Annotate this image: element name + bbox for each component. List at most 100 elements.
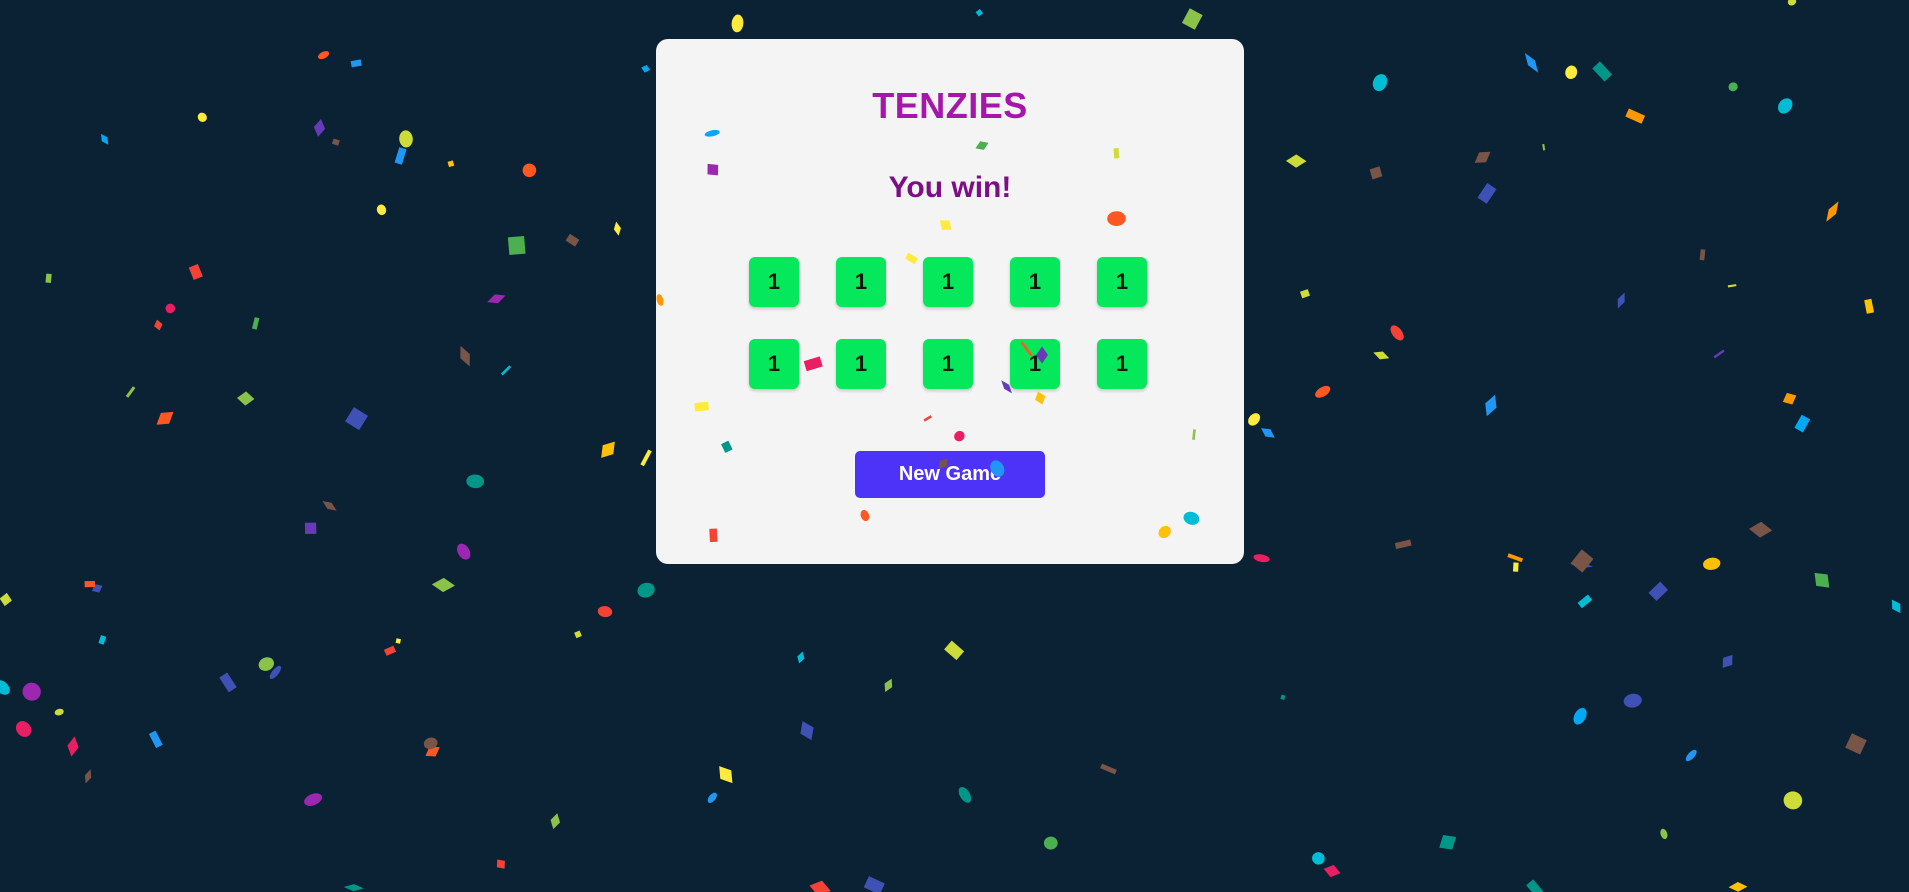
confetti-piece bbox=[376, 204, 387, 216]
die-6[interactable]: 1 bbox=[749, 339, 799, 389]
confetti-piece bbox=[1787, 0, 1797, 6]
confetti-piece bbox=[457, 543, 471, 560]
confetti-piece bbox=[45, 273, 52, 284]
confetti-piece bbox=[1577, 594, 1593, 609]
confetti-piece bbox=[1315, 385, 1331, 398]
confetti-piece bbox=[601, 441, 615, 458]
confetti-piece bbox=[487, 294, 506, 304]
confetti-piece bbox=[1474, 151, 1491, 163]
confetti-piece bbox=[322, 500, 337, 511]
confetti-piece bbox=[165, 303, 176, 314]
confetti-piece bbox=[269, 665, 282, 680]
confetti-piece bbox=[719, 766, 733, 784]
confetti-piece bbox=[1783, 791, 1803, 810]
new-game-button[interactable]: New Game bbox=[855, 451, 1045, 498]
confetti-piece bbox=[1722, 654, 1733, 668]
confetti-piece bbox=[797, 651, 805, 664]
confetti-piece bbox=[156, 411, 174, 425]
confetti-piece bbox=[431, 577, 455, 593]
confetti-piece bbox=[345, 407, 368, 431]
confetti-piece bbox=[197, 112, 207, 122]
tenzies-card: TENZIES You win! 1 1 1 1 1 1 1 1 1 1 New… bbox=[656, 39, 1244, 564]
confetti-piece bbox=[1685, 749, 1697, 762]
confetti-piece bbox=[1864, 298, 1875, 314]
confetti-piece bbox=[1542, 143, 1546, 151]
confetti-piece bbox=[1390, 325, 1404, 341]
confetti-piece bbox=[1477, 183, 1497, 204]
confetti-piece bbox=[1794, 414, 1811, 433]
confetti-piece bbox=[522, 163, 537, 178]
confetti-piece bbox=[0, 592, 12, 607]
confetti-piece bbox=[1727, 284, 1737, 288]
confetti-piece bbox=[394, 147, 407, 165]
die-9[interactable]: 1 bbox=[1010, 339, 1060, 389]
confetti-piece bbox=[1373, 351, 1390, 360]
confetti-piece bbox=[0, 680, 10, 695]
die-1[interactable]: 1 bbox=[749, 257, 799, 307]
confetti-piece bbox=[1280, 694, 1286, 700]
confetti-piece bbox=[1648, 581, 1669, 601]
confetti-piece bbox=[318, 51, 330, 60]
confetti-piece bbox=[574, 630, 582, 639]
confetti-piece bbox=[466, 474, 485, 489]
confetti-piece bbox=[67, 736, 79, 757]
confetti-piece bbox=[350, 59, 362, 68]
confetti-piece bbox=[425, 746, 440, 757]
confetti-piece bbox=[84, 769, 92, 784]
confetti-piece bbox=[54, 708, 64, 716]
confetti-piece bbox=[1814, 572, 1830, 588]
die-8[interactable]: 1 bbox=[923, 339, 973, 389]
confetti-piece bbox=[1625, 108, 1646, 124]
confetti-piece bbox=[1728, 82, 1738, 92]
confetti-piece bbox=[1592, 61, 1613, 82]
confetti-piece bbox=[447, 160, 455, 168]
confetti-piece bbox=[1569, 562, 1594, 569]
confetti-piece bbox=[313, 118, 326, 137]
confetti-piece bbox=[154, 319, 163, 331]
die-5[interactable]: 1 bbox=[1097, 257, 1147, 307]
confetti-piece bbox=[1369, 166, 1383, 180]
confetti-piece bbox=[565, 233, 580, 247]
confetti-piece bbox=[863, 876, 885, 892]
confetti-piece bbox=[84, 580, 96, 588]
confetti-piece bbox=[460, 345, 470, 367]
die-10[interactable]: 1 bbox=[1097, 339, 1147, 389]
confetti-piece bbox=[22, 682, 41, 701]
confetti-piece bbox=[1617, 292, 1625, 309]
confetti-piece bbox=[236, 391, 255, 406]
confetti-piece bbox=[1312, 852, 1325, 865]
confetti-piece bbox=[1526, 879, 1544, 892]
confetti-piece bbox=[1782, 392, 1797, 405]
die-3[interactable]: 1 bbox=[923, 257, 973, 307]
confetti-piece bbox=[1372, 74, 1388, 92]
confetti-piece bbox=[1703, 557, 1721, 570]
confetti-piece bbox=[304, 793, 323, 806]
confetti-piece bbox=[251, 317, 260, 330]
confetti-piece bbox=[148, 730, 163, 749]
confetti-piece bbox=[383, 645, 397, 656]
confetti-piece bbox=[304, 522, 317, 535]
confetti-piece bbox=[1261, 428, 1275, 438]
confetti-piece bbox=[800, 721, 814, 741]
confetti-piece bbox=[1439, 835, 1457, 850]
confetti-piece bbox=[884, 678, 893, 692]
confetti-piece bbox=[1777, 98, 1793, 114]
confetti-piece bbox=[219, 672, 237, 693]
confetti-piece bbox=[1181, 8, 1203, 30]
confetti-piece bbox=[125, 386, 136, 398]
die-2[interactable]: 1 bbox=[836, 257, 886, 307]
confetti-piece bbox=[100, 133, 109, 145]
die-7[interactable]: 1 bbox=[836, 339, 886, 389]
confetti-piece bbox=[1623, 693, 1642, 708]
confetti-piece bbox=[958, 787, 972, 803]
confetti-piece bbox=[731, 14, 744, 33]
confetti-piece bbox=[1299, 289, 1311, 299]
game-screen: TENZIES You win! 1 1 1 1 1 1 1 1 1 1 New… bbox=[0, 0, 1909, 892]
confetti-piece bbox=[258, 657, 274, 671]
confetti-piece bbox=[613, 221, 621, 236]
confetti-piece bbox=[637, 582, 655, 598]
die-4[interactable]: 1 bbox=[1010, 257, 1060, 307]
confetti-piece bbox=[1565, 65, 1578, 80]
confetti-piece bbox=[423, 737, 438, 750]
confetti-piece bbox=[1524, 52, 1539, 73]
